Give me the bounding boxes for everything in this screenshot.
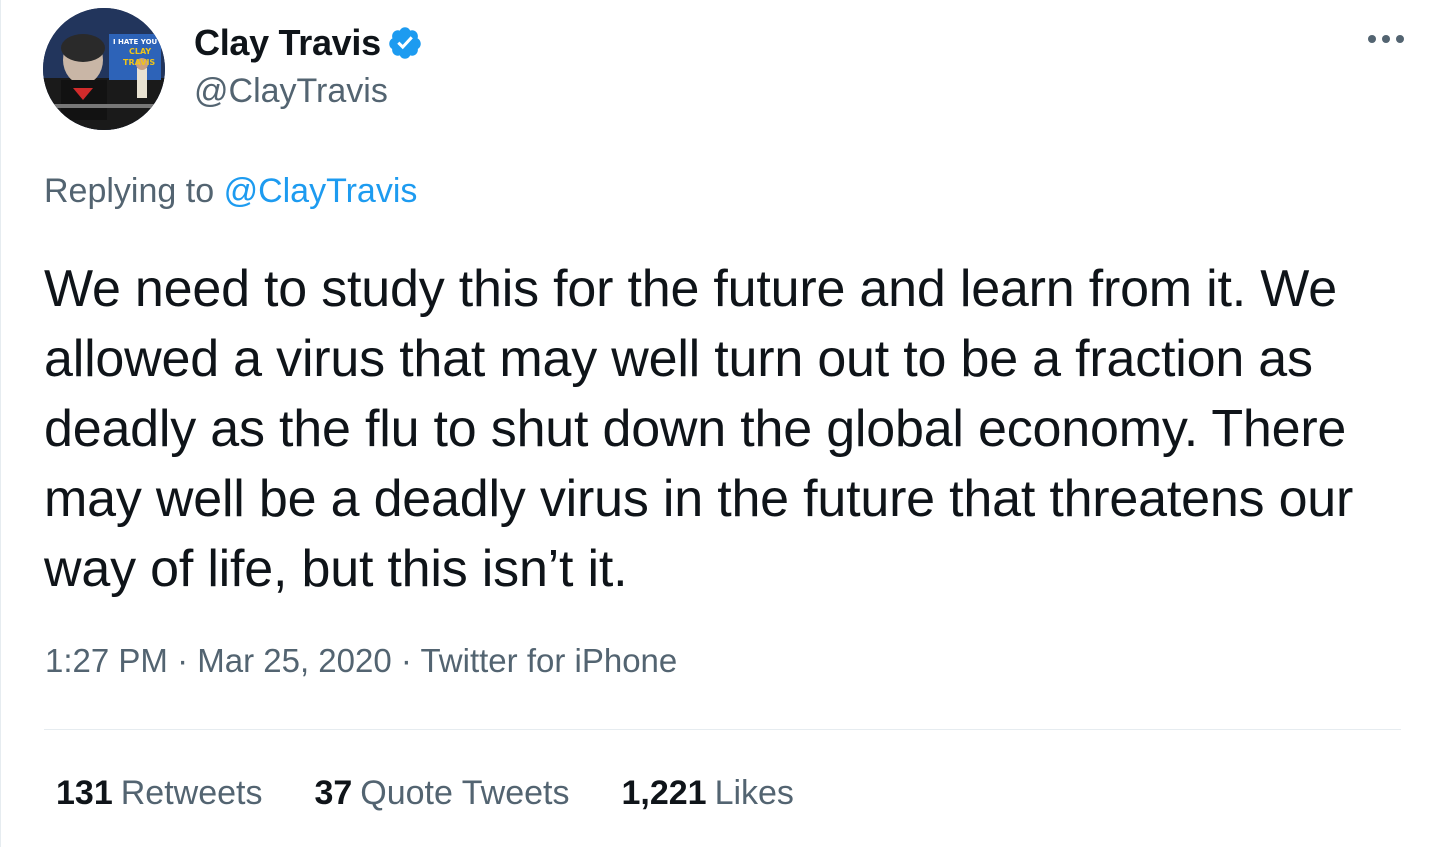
tweet-detail: I HATE YOU CLAY TRAVIS Clay Travis @Clay… (0, 0, 1435, 847)
svg-text:TRAVIS: TRAVIS (123, 58, 155, 67)
tweet-text: We need to study this for the future and… (44, 260, 1354, 598)
author-name-row[interactable]: Clay Travis (194, 20, 423, 66)
retweets-stat[interactable]: 131 Retweets (56, 774, 262, 813)
author-handle[interactable]: @ClayTravis (194, 72, 388, 111)
likes-count: 1,221 (621, 774, 707, 812)
likes-stat[interactable]: 1,221 Likes (621, 774, 793, 813)
tweet-source[interactable]: Twitter for iPhone (420, 642, 677, 679)
replying-to: Replying to @ClayTravis (44, 172, 417, 211)
meta-separator: · (400, 642, 412, 679)
quote-tweets-stat[interactable]: 37 Quote Tweets (314, 774, 569, 813)
more-options-button[interactable] (1363, 22, 1409, 56)
reply-mention-link[interactable]: @ClayTravis (224, 172, 418, 210)
display-name[interactable]: Clay Travis (194, 22, 381, 64)
divider (44, 729, 1401, 730)
more-options-icon (1368, 35, 1404, 43)
retweets-count: 131 (56, 774, 113, 812)
retweets-label: Retweets (120, 774, 263, 812)
quote-tweets-label: Quote Tweets (360, 774, 570, 812)
meta-separator: · (177, 642, 189, 679)
quote-tweets-count: 37 (314, 774, 353, 812)
tweet-date[interactable]: Mar 25, 2020 (197, 642, 391, 679)
svg-text:I HATE YOU: I HATE YOU (113, 38, 158, 46)
verified-badge-icon (389, 27, 421, 59)
tweet-stats: 131 Retweets 37 Quote Tweets 1,221 Likes (56, 774, 846, 813)
tweet-time[interactable]: 1:27 PM (45, 642, 168, 679)
tweet-meta: 1:27 PM · Mar 25, 2020 · Twitter for iPh… (45, 642, 677, 680)
svg-text:CLAY: CLAY (129, 47, 151, 56)
replying-to-label: Replying to (44, 172, 215, 210)
avatar-image: I HATE YOU CLAY TRAVIS (43, 8, 165, 130)
likes-label: Likes (714, 774, 794, 812)
avatar[interactable]: I HATE YOU CLAY TRAVIS (43, 8, 165, 130)
